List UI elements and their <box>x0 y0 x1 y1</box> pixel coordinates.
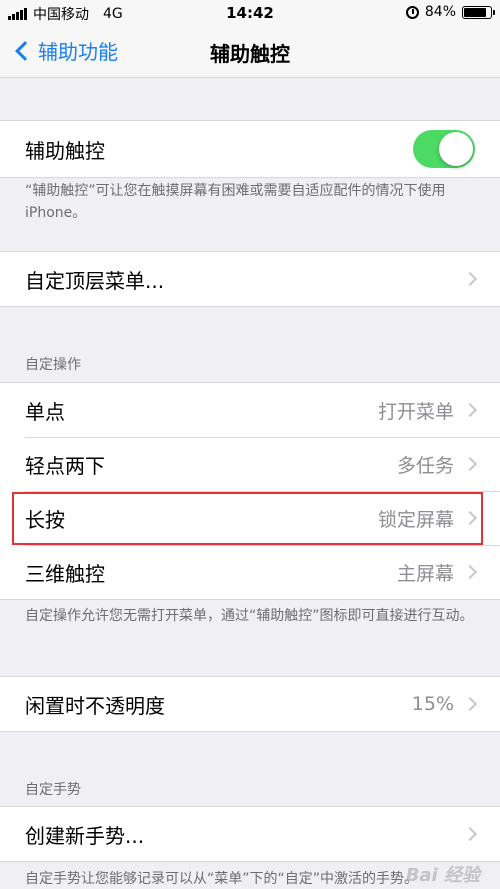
custom-actions-group: 单点 打开菜单 轻点两下 多任务 长按 锁定屏幕 三维触控 主屏幕 <box>0 382 500 600</box>
battery-percent: 84% <box>424 4 456 20</box>
action-label: 轻点两下 <box>25 453 105 478</box>
chevron-right-icon <box>462 826 478 842</box>
page-title: 辅助触控 <box>210 42 290 66</box>
status-bar: 中国移动 4G 14:42 84% <box>0 0 500 26</box>
alarm-icon <box>405 5 419 19</box>
chevron-right-icon <box>462 564 478 580</box>
action-row-double-tap[interactable]: 轻点两下 多任务 <box>0 437 500 491</box>
watermark: Bai 经验 <box>405 865 480 886</box>
action-value: 打开菜单 <box>377 400 454 423</box>
action-row-single-tap[interactable]: 单点 打开菜单 <box>0 383 500 437</box>
custom-gestures-header: 自定手势 <box>25 782 81 798</box>
top-menu-label: 自定顶层菜单... <box>25 268 165 293</box>
chevron-right-icon <box>462 456 478 472</box>
assistive-touch-footer: “辅助触控”可让您在触摸屏幕有困难或需要自适应配件的情况下使用 iPhone。 <box>25 183 446 221</box>
action-row-3d-touch[interactable]: 三维触控 主屏幕 <box>0 545 500 599</box>
status-right: 84% <box>405 4 495 20</box>
highlight-annotation <box>12 492 483 545</box>
create-gesture-row[interactable]: 创建新手势... <box>0 807 500 861</box>
idle-opacity-value: 15% <box>411 693 454 715</box>
idle-opacity-group: 闲置时不透明度 15% <box>0 676 500 732</box>
custom-actions-footer: 自定操作允许您无需打开菜单，通过“辅助触控”图标即可直接进行互动。 <box>25 608 474 624</box>
action-value: 多任务 <box>396 454 454 477</box>
battery-icon <box>462 5 495 19</box>
action-label: 三维触控 <box>25 561 105 586</box>
action-value: 主屏幕 <box>396 562 454 585</box>
chevron-right-icon <box>462 402 478 418</box>
idle-opacity-label: 闲置时不透明度 <box>25 693 165 718</box>
navigation-bar: 辅助功能 辅助触控 <box>0 26 500 78</box>
assistive-touch-label: 辅助触控 <box>25 138 105 163</box>
chevron-right-icon <box>462 696 478 712</box>
custom-actions-header: 自定操作 <box>25 357 81 373</box>
action-label: 单点 <box>25 399 65 424</box>
assistive-touch-group: 辅助触控 <box>0 120 500 178</box>
assistive-touch-toggle[interactable] <box>413 130 475 168</box>
top-menu-group: 自定顶层菜单... <box>0 251 500 307</box>
create-gesture-label: 创建新手势... <box>25 823 145 848</box>
custom-gestures-group: 创建新手势... <box>0 806 500 862</box>
idle-opacity-row[interactable]: 闲置时不透明度 15% <box>0 677 500 731</box>
chevron-right-icon <box>462 271 478 287</box>
toggle-knob <box>439 132 473 166</box>
assistive-touch-row: 辅助触控 <box>0 121 500 177</box>
top-menu-row[interactable]: 自定顶层菜单... <box>0 252 500 306</box>
